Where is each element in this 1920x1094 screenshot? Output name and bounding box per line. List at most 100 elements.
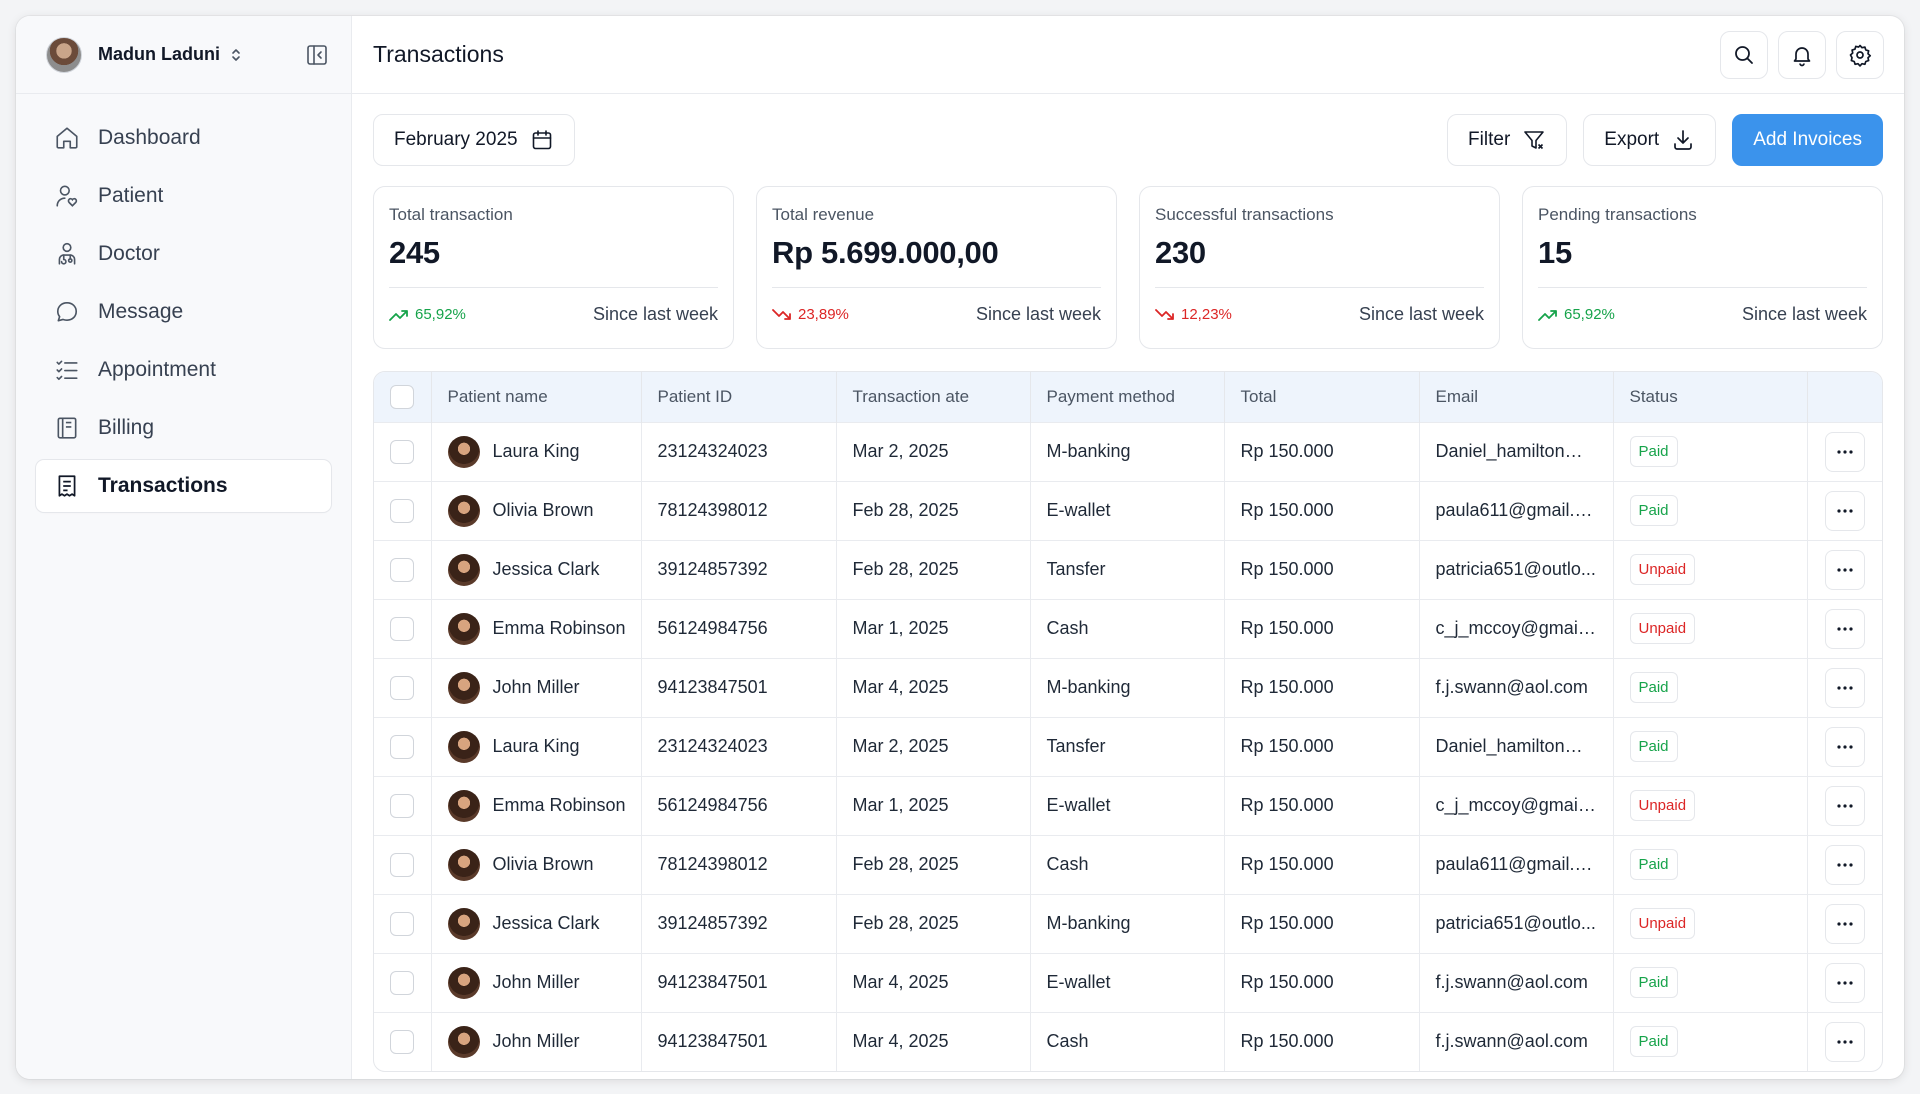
sidebar: Madun Laduni Dashboard Patient Doctor Me… bbox=[16, 16, 352, 1079]
table-row[interactable]: John Miller 94123847501 Mar 4, 2025 E-wa… bbox=[374, 952, 1882, 1012]
download-icon bbox=[1674, 130, 1693, 150]
trend-value: 65,92% bbox=[415, 306, 466, 323]
trend-badge: 65,92% bbox=[1538, 306, 1615, 323]
filter-icon bbox=[1524, 131, 1545, 150]
column-header[interactable]: Patient ID bbox=[641, 372, 837, 422]
search-button[interactable] bbox=[1720, 30, 1768, 79]
row-checkbox[interactable] bbox=[390, 498, 414, 523]
row-checkbox[interactable] bbox=[390, 911, 414, 936]
sidebar-item-label: Patient bbox=[98, 184, 164, 207]
row-checkbox[interactable] bbox=[390, 734, 414, 759]
sidebar-item-doctor[interactable]: Doctor bbox=[36, 228, 331, 280]
row-actions-button[interactable] bbox=[1824, 608, 1865, 649]
table-row[interactable]: Jessica Clark 39124857392 Feb 28, 2025 T… bbox=[374, 539, 1882, 599]
export-button[interactable]: Export bbox=[1583, 114, 1717, 166]
sidebar-item-billing[interactable]: Billing bbox=[36, 402, 331, 454]
actions-cell bbox=[1807, 421, 1882, 481]
date-label: February 2025 bbox=[394, 129, 518, 150]
row-actions-button[interactable] bbox=[1824, 844, 1865, 885]
table-row[interactable]: Olivia Brown 78124398012 Feb 28, 2025 E-… bbox=[374, 480, 1882, 540]
total-cell: Rp 150.000 bbox=[1224, 539, 1420, 599]
row-checkbox[interactable] bbox=[390, 675, 414, 700]
total-cell: Rp 150.000 bbox=[1224, 952, 1420, 1012]
row-checkbox[interactable] bbox=[390, 439, 414, 464]
row-actions-button[interactable] bbox=[1824, 726, 1865, 767]
more-horizontal-icon bbox=[1837, 508, 1853, 513]
row-checkbox[interactable] bbox=[390, 616, 414, 641]
status-cell: Unpaid bbox=[1613, 775, 1808, 835]
row-actions-button[interactable] bbox=[1824, 903, 1865, 944]
status-badge: Unpaid bbox=[1629, 908, 1696, 939]
column-header[interactable]: Status bbox=[1613, 372, 1808, 422]
more-horizontal-icon bbox=[1837, 803, 1853, 808]
email-cell: c_j_mccoy@gmail... bbox=[1419, 598, 1614, 658]
sidebar-item-transactions[interactable]: Transactions bbox=[36, 460, 331, 512]
patient-name-cell: John Miller bbox=[431, 952, 642, 1012]
status-cell: Paid bbox=[1613, 834, 1808, 894]
table-row[interactable]: Jessica Clark 39124857392 Feb 28, 2025 M… bbox=[374, 893, 1882, 953]
table-row[interactable]: Emma Robinson 56124984756 Mar 1, 2025 Ca… bbox=[374, 598, 1882, 658]
more-horizontal-icon bbox=[1837, 626, 1853, 631]
table-row[interactable]: Olivia Brown 78124398012 Feb 28, 2025 Ca… bbox=[374, 834, 1882, 894]
patient-id-cell: 23124324023 bbox=[641, 421, 837, 481]
patient-id-cell: 78124398012 bbox=[641, 480, 837, 540]
email-cell: f.j.swann@aol.com bbox=[1419, 1011, 1614, 1071]
row-checkbox[interactable] bbox=[390, 557, 414, 582]
column-header[interactable]: Email bbox=[1419, 372, 1614, 422]
row-checkbox[interactable] bbox=[390, 793, 414, 818]
table-row[interactable]: John Miller 94123847501 Mar 4, 2025 Cash… bbox=[374, 1011, 1882, 1071]
row-actions-button[interactable] bbox=[1824, 962, 1865, 1003]
add-invoices-button[interactable]: Add Invoices bbox=[1732, 114, 1883, 166]
row-actions-button[interactable] bbox=[1824, 549, 1865, 590]
row-checkbox[interactable] bbox=[390, 1029, 414, 1054]
sidebar-item-patient[interactable]: Patient bbox=[36, 170, 331, 222]
stat-label: Total transaction bbox=[389, 205, 513, 224]
payment-method-cell: M-banking bbox=[1030, 421, 1225, 481]
column-header[interactable]: Patient name bbox=[431, 372, 642, 422]
avatar bbox=[447, 907, 480, 940]
column-header[interactable]: Payment method bbox=[1030, 372, 1225, 422]
row-checkbox[interactable] bbox=[390, 970, 414, 995]
settings-button[interactable] bbox=[1836, 30, 1884, 79]
table-row[interactable]: Emma Robinson 56124984756 Mar 1, 2025 E-… bbox=[374, 775, 1882, 835]
row-actions-button[interactable] bbox=[1824, 1021, 1865, 1062]
column-header[interactable]: Transaction ate bbox=[836, 372, 1031, 422]
sidebar-item-appointment[interactable]: Appointment bbox=[36, 344, 331, 396]
select-all-cell bbox=[374, 372, 432, 422]
row-actions-button[interactable] bbox=[1824, 667, 1865, 708]
row-checkbox[interactable] bbox=[390, 852, 414, 877]
toolbar: February 2025 Filter Export Add Invoices bbox=[373, 114, 1883, 166]
row-actions-button[interactable] bbox=[1824, 490, 1865, 531]
profile-switcher[interactable]: Madun Laduni bbox=[16, 16, 351, 94]
table-row[interactable]: Laura King 23124324023 Mar 2, 2025 M-ban… bbox=[374, 421, 1882, 481]
row-actions-button[interactable] bbox=[1824, 785, 1865, 826]
notifications-button[interactable] bbox=[1778, 30, 1826, 79]
sidebar-item-dashboard[interactable]: Dashboard bbox=[36, 112, 331, 164]
select-all-checkbox[interactable] bbox=[390, 384, 414, 409]
more-horizontal-icon bbox=[1837, 862, 1853, 867]
patient-id-cell: 94123847501 bbox=[641, 657, 837, 717]
status-cell: Paid bbox=[1613, 421, 1808, 481]
payment-method-cell: M-banking bbox=[1030, 657, 1225, 717]
table-row[interactable]: Laura King 23124324023 Mar 2, 2025 Tansf… bbox=[374, 716, 1882, 776]
transaction-date-cell: Feb 28, 2025 bbox=[836, 893, 1031, 953]
sidebar-item-label: Appointment bbox=[98, 358, 216, 381]
sidebar-item-label: Dashboard bbox=[98, 126, 201, 149]
table-row[interactable]: John Miller 94123847501 Mar 4, 2025 M-ba… bbox=[374, 657, 1882, 717]
patient-name: Jessica Clark bbox=[492, 913, 600, 933]
divider bbox=[389, 287, 718, 288]
patient-id-cell: 56124984756 bbox=[641, 598, 837, 658]
date-picker-button[interactable]: February 2025 bbox=[373, 114, 575, 166]
book-icon bbox=[57, 417, 77, 439]
sidebar-item-message[interactable]: Message bbox=[36, 286, 331, 338]
row-actions-button[interactable] bbox=[1824, 431, 1865, 472]
sidebar-collapse-icon[interactable] bbox=[305, 43, 329, 67]
stats-row: Total transaction 245 65,92% Since last … bbox=[373, 186, 1883, 349]
payment-method-cell: E-wallet bbox=[1030, 775, 1225, 835]
filter-button[interactable]: Filter bbox=[1447, 114, 1568, 166]
column-header[interactable]: Total bbox=[1224, 372, 1420, 422]
select-cell bbox=[374, 539, 432, 599]
chat-bubble-icon bbox=[56, 301, 78, 322]
stat-label: Total revenue bbox=[772, 205, 875, 224]
payment-method-cell: E-wallet bbox=[1030, 480, 1225, 540]
